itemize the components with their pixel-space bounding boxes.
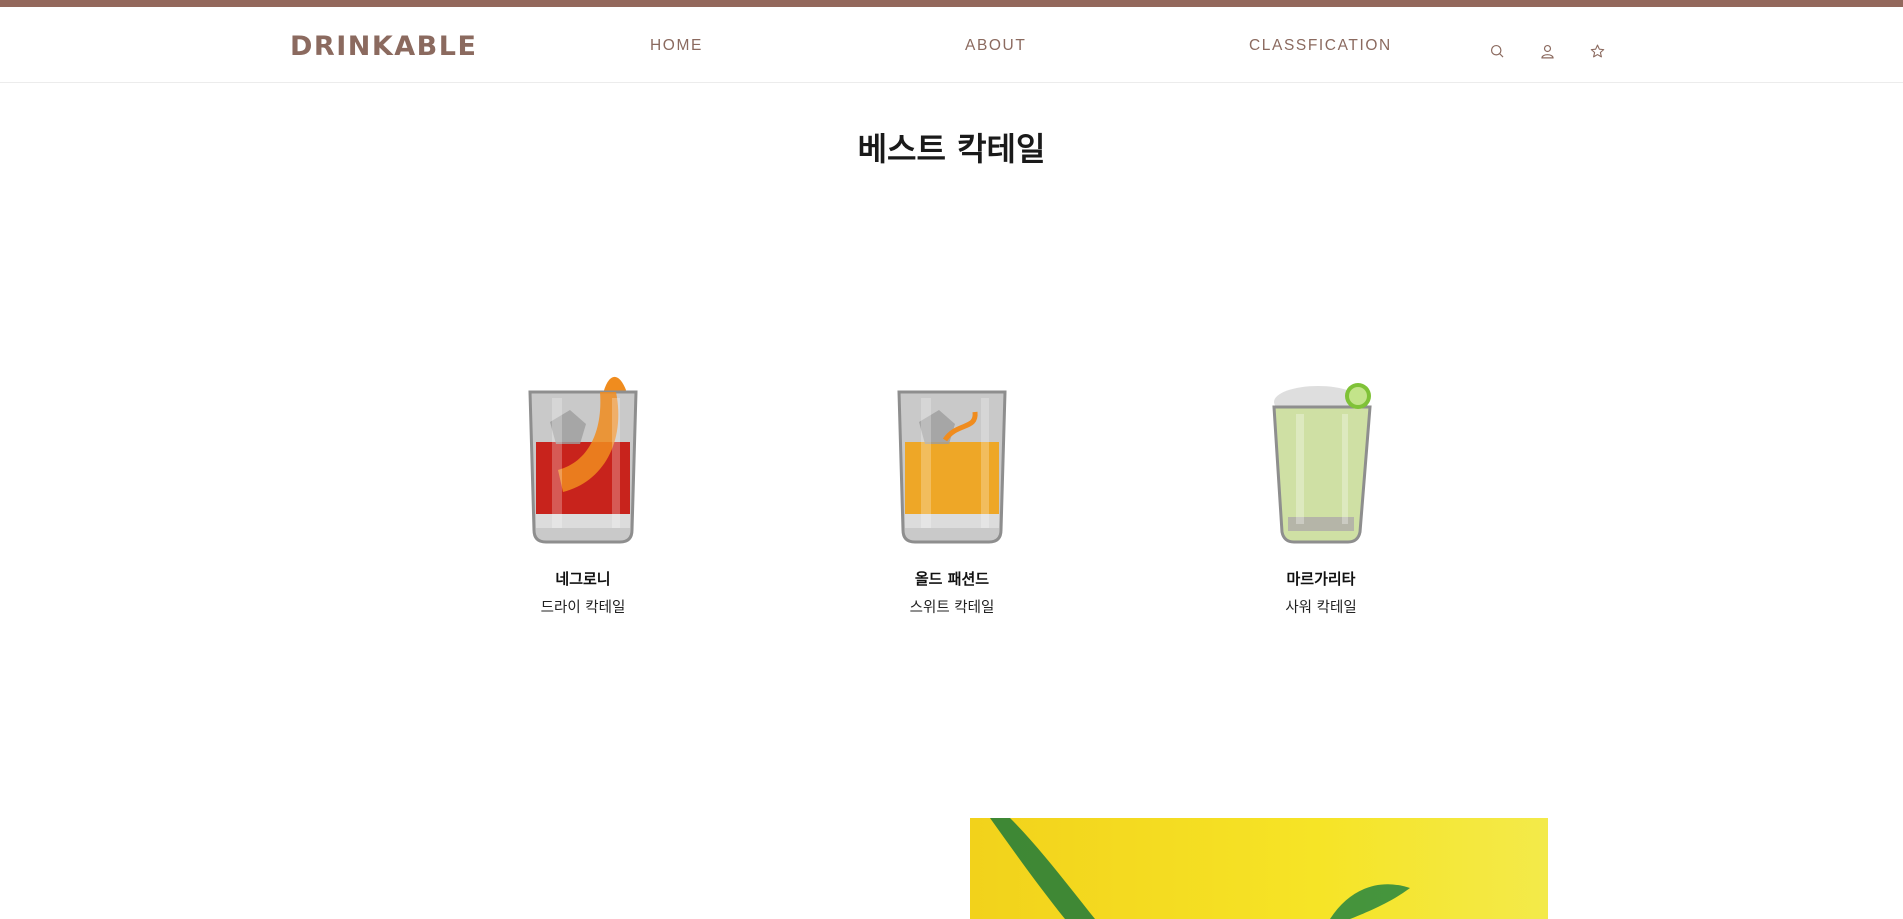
cocktail-category: 스위트 칵테일 bbox=[909, 600, 995, 616]
margarita-glass-icon bbox=[1272, 383, 1372, 544]
section-title: 베스트 칵테일 bbox=[857, 130, 1046, 168]
promo-banner-image bbox=[970, 818, 1548, 919]
cocktail-name: 올드 패션드 bbox=[914, 570, 990, 588]
logo[interactable]: DRINKABLE bbox=[290, 31, 477, 62]
nav-about[interactable]: ABOUT bbox=[965, 37, 1026, 55]
nav-home[interactable]: HOME bbox=[650, 37, 703, 55]
top-accent-stripe bbox=[0, 0, 1903, 7]
old-fashioned-glass-icon bbox=[897, 390, 1007, 544]
leaf-decoration-icon bbox=[990, 818, 1410, 919]
search-icon[interactable] bbox=[1487, 41, 1507, 61]
cocktail-card[interactable]: 마르가리타 사워 칵테일 bbox=[1221, 352, 1421, 617]
cocktail-name: 마르가리타 bbox=[1286, 570, 1356, 588]
user-icon[interactable] bbox=[1537, 41, 1557, 61]
site-header: DRINKABLE HOME ABOUT CLASSFICATION bbox=[0, 7, 1903, 83]
cocktail-category: 드라이 칵테일 bbox=[540, 600, 626, 616]
cocktail-category: 사워 칵테일 bbox=[1285, 600, 1357, 616]
negroni-glass-icon bbox=[528, 376, 638, 544]
nav-classification[interactable]: CLASSFICATION bbox=[1249, 37, 1392, 55]
star-icon[interactable] bbox=[1587, 41, 1607, 61]
cocktail-card[interactable]: 네그로니 드라이 칵테일 bbox=[483, 352, 683, 617]
cocktail-name: 네그로니 bbox=[555, 570, 611, 588]
cocktail-card[interactable]: 올드 패션드 스위트 칵테일 bbox=[852, 352, 1052, 617]
